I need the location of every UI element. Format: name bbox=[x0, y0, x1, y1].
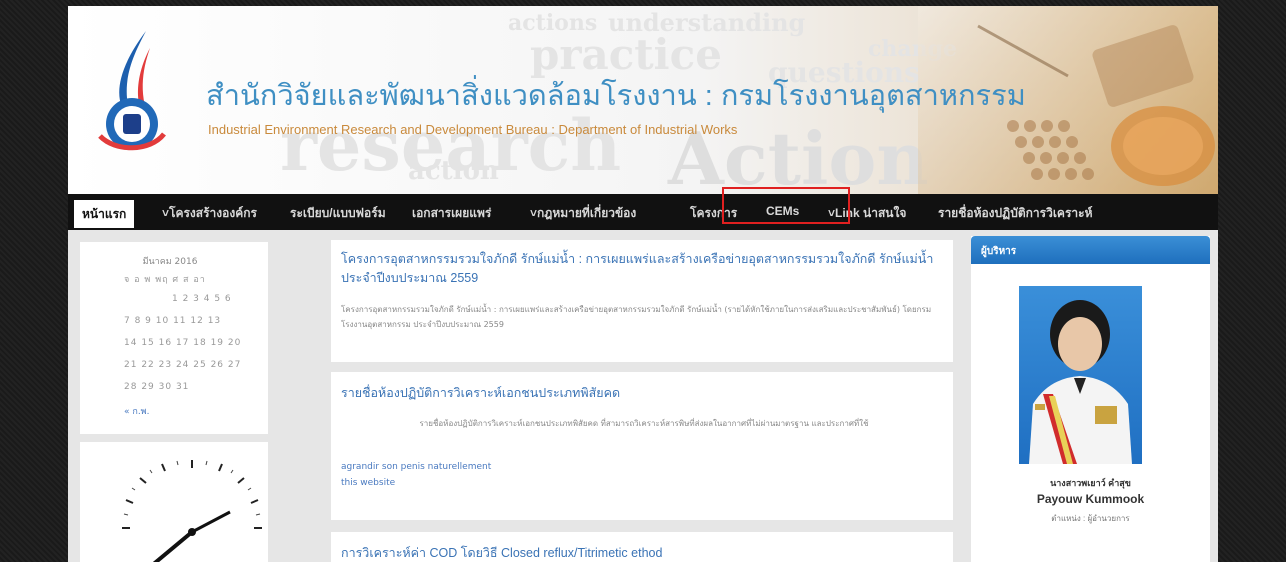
calendar-widget: มีนาคม 2016 จ อ พ พฤ ศ ส อา 1 2 3 4 5 6 … bbox=[80, 242, 268, 434]
main-navigation: หน้าแรก ˅โครงสร้างองค์กร ระเบียบ/แบบฟอร์… bbox=[68, 194, 1218, 230]
executive-position: ตำแหน่ง : ผู้อำนวยการ bbox=[1051, 514, 1130, 523]
calendar-week: 7 8 9 10 11 12 13 bbox=[124, 316, 222, 326]
site-header: actions understanding practice change qu… bbox=[68, 6, 1218, 194]
calendar-prev-link[interactable]: « ก.พ. bbox=[124, 404, 149, 418]
nav-item-publications[interactable]: เอกสารเผยแพร่ bbox=[412, 204, 491, 223]
post-link[interactable]: this website bbox=[341, 478, 395, 488]
analog-clock bbox=[122, 460, 262, 562]
highlight-box bbox=[722, 187, 850, 224]
executive-panel: ผู้บริหาร นางสาวพเยาว์ คำสุข Payouw Kumm… bbox=[971, 236, 1210, 562]
bureau-logo bbox=[98, 31, 166, 151]
nav-item-laws[interactable]: ˅กฎหมายที่เกี่ยวข้อง bbox=[530, 204, 636, 223]
panel-heading: ผู้บริหาร bbox=[981, 246, 1017, 257]
executive-photo bbox=[1019, 286, 1142, 464]
post-title-link[interactable]: รายชื่อห้องปฏิบัติการวิเคราะห์เอกชนประเภ… bbox=[341, 384, 941, 403]
clock-widget bbox=[80, 442, 268, 562]
post-excerpt: โครงการอุตสาหกรรมรวมใจภักดี รักษ์แม่น้ำ … bbox=[341, 305, 932, 329]
nav-item-organization[interactable]: ˅โครงสร้างองค์กร bbox=[162, 204, 257, 223]
panel-header: ผู้บริหาร bbox=[971, 236, 1210, 264]
site-title-english: Industrial Environment Research and Deve… bbox=[208, 122, 738, 137]
post-card: รายชื่อห้องปฏิบัติการวิเคราะห์เอกชนประเภ… bbox=[331, 372, 953, 520]
calendar-week: 14 15 16 17 18 19 20 bbox=[124, 338, 242, 348]
nav-item-regulations-forms[interactable]: ระเบียบ/แบบฟอร์ม bbox=[290, 204, 386, 223]
executive-name-thai: นางสาวพเยาว์ คำสุข bbox=[1050, 478, 1131, 488]
executive-name-english: Payouw Kummook bbox=[1036, 492, 1145, 506]
post-card: โครงการอุตสาหกรรมรวมใจภักดี รักษ์แม่น้ำ … bbox=[331, 240, 953, 362]
portrait-image bbox=[1029, 300, 1132, 464]
post-card: การวิเคราะห์ค่า COD โดยวิธี Closed reflu… bbox=[331, 532, 953, 562]
calendar-week: 28 29 30 31 bbox=[124, 382, 190, 392]
site-title-thai: สำนักวิจัยและพัฒนาสิ่งแวดล้อมโรงงาน : กร… bbox=[206, 80, 1026, 112]
calendar-month: มีนาคม 2016 bbox=[142, 257, 198, 267]
post-excerpt: รายชื่อห้องปฏิบัติการวิเคราะห์เอกชนประเภ… bbox=[419, 419, 869, 428]
nav-item-home[interactable]: หน้าแรก bbox=[74, 200, 135, 228]
post-title-link[interactable]: การวิเคราะห์ค่า COD โดยวิธี Closed reflu… bbox=[341, 544, 941, 562]
post-link[interactable]: agrandir son penis naturellement bbox=[341, 462, 491, 472]
nav-item-lab-list[interactable]: รายชื่อห้องปฏิบัติการวิเคราะห์ bbox=[938, 204, 1092, 223]
site-container: actions understanding practice change qu… bbox=[68, 6, 1218, 562]
watermark-word: action bbox=[408, 156, 499, 186]
calendar-week: 21 22 23 24 25 26 27 bbox=[124, 360, 242, 370]
post-title-link[interactable]: โครงการอุตสาหกรรมรวมใจภักดี รักษ์แม่น้ำ … bbox=[341, 250, 941, 288]
calendar-weekdays: จ อ พ พฤ ศ ส อา bbox=[124, 275, 206, 285]
calendar-week: 1 2 3 4 5 6 bbox=[172, 294, 232, 304]
